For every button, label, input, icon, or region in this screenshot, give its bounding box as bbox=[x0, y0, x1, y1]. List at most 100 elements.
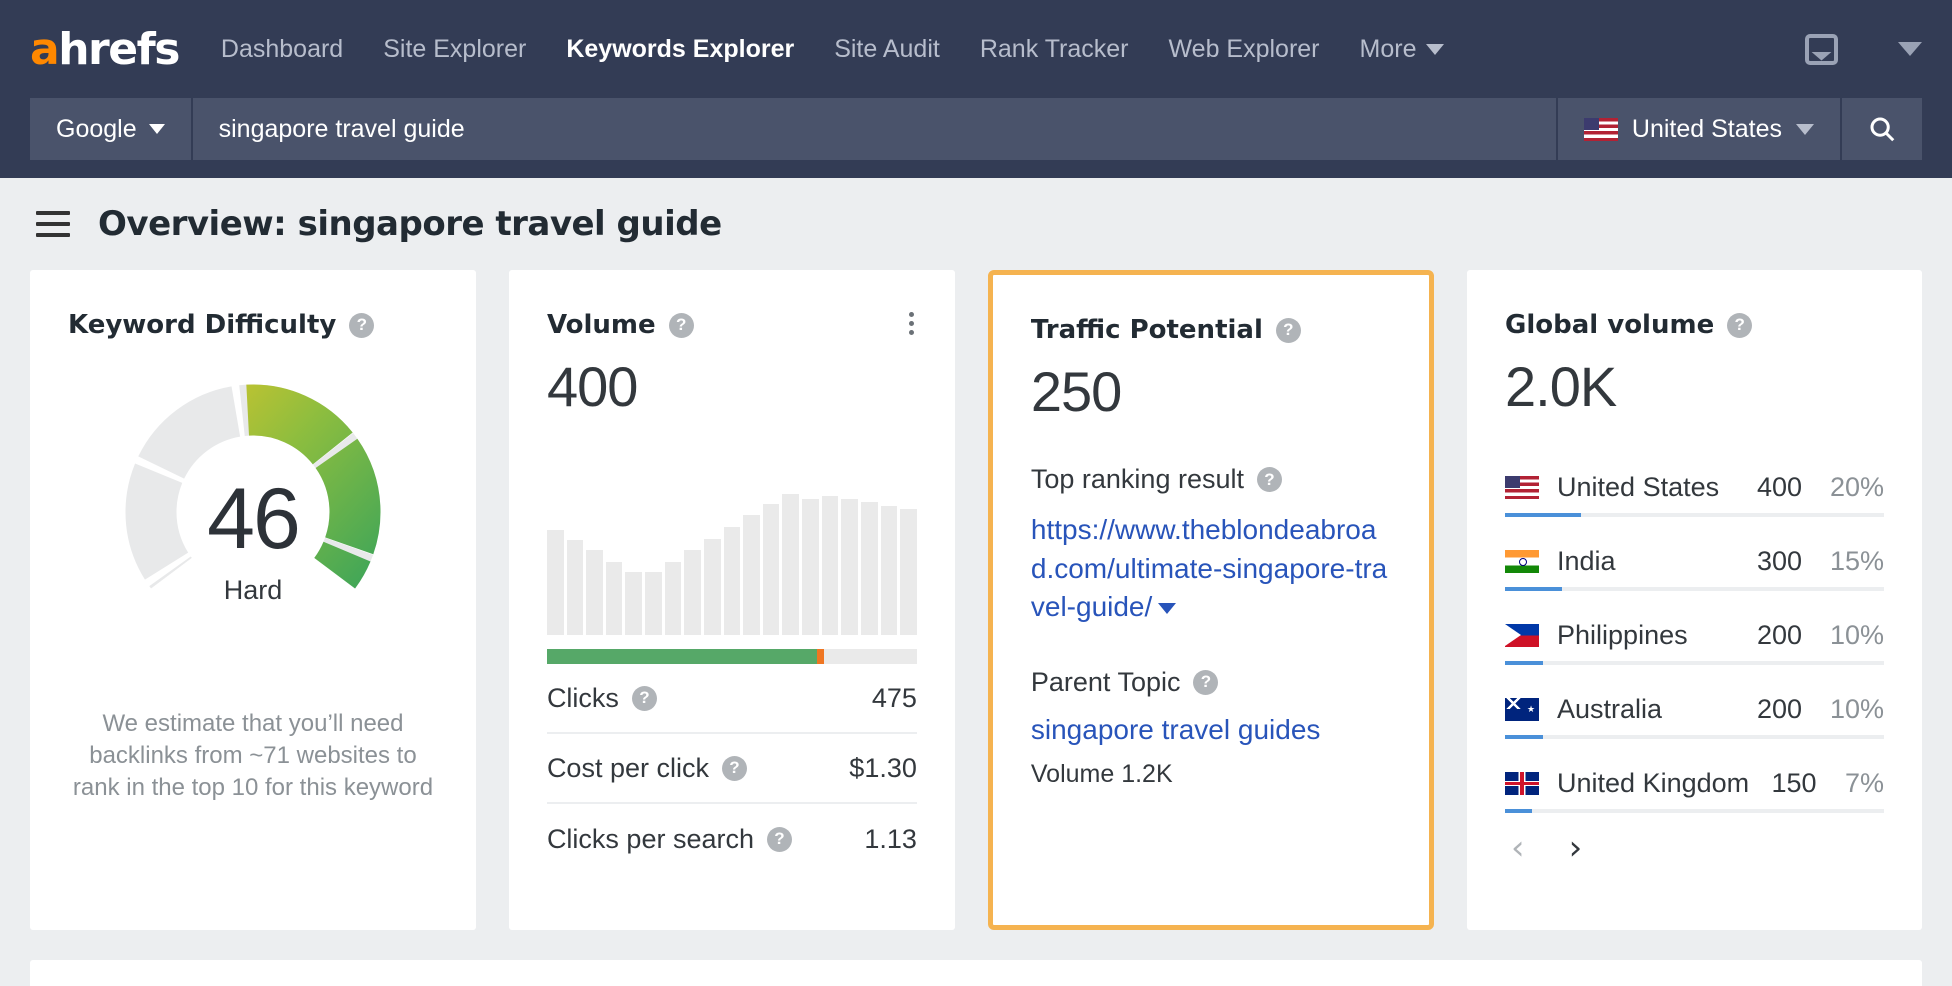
ahrefs-logo[interactable]: ahrefs bbox=[30, 24, 179, 75]
metric-row: Clicks per search ? 1.13 bbox=[547, 804, 917, 874]
country-percent: 10% bbox=[1802, 620, 1884, 651]
global-volume-title-label: Global volume bbox=[1505, 310, 1714, 340]
chevron-down-icon[interactable] bbox=[1158, 603, 1176, 614]
help-icon[interactable]: ? bbox=[669, 313, 694, 338]
country-row[interactable]: India30015% bbox=[1505, 535, 1884, 591]
top-ranking-result-label: Top ranking result bbox=[1031, 464, 1244, 495]
nav-item-rank-tracker[interactable]: Rank Tracker bbox=[980, 35, 1129, 64]
search-engine-select[interactable]: Google bbox=[30, 98, 193, 160]
country-name: Australia bbox=[1557, 694, 1720, 725]
country-row[interactable]: Australia20010% bbox=[1505, 683, 1884, 739]
global-volume-value: 2.0K bbox=[1505, 354, 1884, 419]
country-name: Philippines bbox=[1557, 620, 1720, 651]
nav-item-more-label: More bbox=[1360, 35, 1417, 64]
cpc-label-group: Cost per click ? bbox=[547, 753, 747, 784]
keyword-difficulty-value: 46 bbox=[103, 470, 403, 569]
volume-bar bbox=[724, 527, 741, 635]
nav-item-more[interactable]: More bbox=[1360, 35, 1445, 64]
clicks-organic-segment bbox=[547, 649, 817, 664]
search-input[interactable] bbox=[193, 98, 1556, 160]
help-icon[interactable]: ? bbox=[1257, 467, 1282, 492]
logo-rest: hrefs bbox=[58, 24, 179, 75]
country-row-content: India30015% bbox=[1505, 535, 1884, 587]
country-share-track bbox=[1505, 587, 1884, 591]
country-share-track bbox=[1505, 735, 1884, 739]
nav-item-site-audit[interactable]: Site Audit bbox=[834, 35, 940, 64]
volume-sparkline-chart bbox=[547, 469, 917, 635]
volume-bar bbox=[822, 496, 839, 635]
volume-bar bbox=[586, 550, 603, 635]
nav-row: ahrefs Dashboard Site Explorer Keywords … bbox=[30, 0, 1922, 98]
help-icon[interactable]: ? bbox=[722, 756, 747, 781]
volume-title-label: Volume bbox=[547, 310, 656, 340]
top-ranking-result-label-group: Top ranking result ? bbox=[1031, 464, 1391, 495]
country-volume: 200 bbox=[1720, 694, 1802, 725]
help-icon[interactable]: ? bbox=[1193, 670, 1218, 695]
volume-bar bbox=[763, 504, 780, 635]
volume-card: Volume ? 400 Clicks ? 475 bbox=[509, 270, 955, 930]
volume-bar bbox=[684, 550, 701, 635]
bottom-panel-strip bbox=[30, 960, 1922, 986]
top-ranking-result-link[interactable]: https://www.theblondeabroad.com/ultimate… bbox=[1031, 511, 1391, 627]
inbox-icon[interactable] bbox=[1805, 34, 1838, 65]
parent-topic-label: Parent Topic bbox=[1031, 667, 1181, 698]
account-chevron-down-icon[interactable] bbox=[1898, 42, 1922, 56]
nav-item-dashboard[interactable]: Dashboard bbox=[221, 35, 343, 64]
nav-item-web-explorer[interactable]: Web Explorer bbox=[1169, 35, 1320, 64]
volume-bar bbox=[665, 562, 682, 635]
search-engine-label: Google bbox=[56, 115, 137, 144]
top-ranking-result-url: https://www.theblondeabroad.com/ultimate… bbox=[1031, 514, 1387, 622]
country-row-content: United States40020% bbox=[1505, 461, 1884, 513]
traffic-potential-value: 250 bbox=[1031, 359, 1391, 424]
help-icon[interactable]: ? bbox=[1276, 318, 1301, 343]
page-body: Overview: singapore travel guide Keyword… bbox=[0, 178, 1952, 986]
country-row-content: United Kingdom1507% bbox=[1505, 757, 1884, 809]
help-icon[interactable]: ? bbox=[767, 827, 792, 852]
traffic-potential-card: Traffic Potential ? 250 Top ranking resu… bbox=[988, 270, 1434, 930]
volume-bar bbox=[900, 509, 917, 635]
clicks-distribution-bar bbox=[547, 649, 917, 664]
search-button[interactable] bbox=[1840, 98, 1922, 160]
help-icon[interactable]: ? bbox=[632, 686, 657, 711]
volume-bar bbox=[782, 494, 799, 635]
chevron-right-icon[interactable]: › bbox=[1569, 831, 1583, 865]
country-name: United States bbox=[1557, 472, 1720, 503]
volume-bar bbox=[802, 499, 819, 635]
help-icon[interactable]: ? bbox=[1727, 313, 1752, 338]
parent-topic-label-group: Parent Topic ? bbox=[1031, 667, 1391, 698]
more-vertical-icon[interactable] bbox=[899, 310, 925, 336]
clicks-paid-segment bbox=[817, 649, 824, 664]
volume-value: 400 bbox=[547, 354, 917, 419]
country-share-track bbox=[1505, 513, 1884, 517]
country-volume: 300 bbox=[1720, 546, 1802, 577]
global-volume-card: Global volume ? 2.0K United States40020%… bbox=[1467, 270, 1922, 930]
top-navigation-bar: ahrefs Dashboard Site Explorer Keywords … bbox=[0, 0, 1952, 178]
chevron-down-icon bbox=[1796, 124, 1814, 135]
traffic-potential-title: Traffic Potential ? bbox=[1031, 315, 1391, 345]
country-share-fill bbox=[1505, 809, 1532, 813]
help-icon[interactable]: ? bbox=[349, 313, 374, 338]
metric-row: Cost per click ? $1.30 bbox=[547, 734, 917, 804]
country-row[interactable]: United States40020% bbox=[1505, 461, 1884, 517]
country-select[interactable]: United States bbox=[1556, 98, 1840, 160]
hamburger-icon[interactable] bbox=[36, 204, 70, 244]
country-volume: 200 bbox=[1720, 620, 1802, 651]
country-row[interactable]: Philippines20010% bbox=[1505, 609, 1884, 665]
volume-bar bbox=[645, 572, 662, 635]
chevron-left-icon[interactable]: ‹ bbox=[1511, 831, 1525, 865]
country-name: United Kingdom bbox=[1557, 768, 1749, 799]
nav-item-site-explorer[interactable]: Site Explorer bbox=[383, 35, 526, 64]
country-percent: 15% bbox=[1802, 546, 1884, 577]
country-row[interactable]: United Kingdom1507% bbox=[1505, 757, 1884, 813]
clicks-per-search-value: 1.13 bbox=[864, 824, 917, 855]
country-name: India bbox=[1557, 546, 1720, 577]
nav-item-keywords-explorer[interactable]: Keywords Explorer bbox=[566, 35, 794, 64]
volume-bar bbox=[841, 499, 858, 635]
flag-us-icon bbox=[1584, 118, 1618, 141]
parent-topic-link[interactable]: singapore travel guides bbox=[1031, 714, 1391, 746]
global-volume-title: Global volume ? bbox=[1505, 310, 1884, 340]
volume-title: Volume ? bbox=[547, 310, 917, 340]
flag-au-icon bbox=[1505, 698, 1539, 721]
country-volume: 150 bbox=[1749, 768, 1816, 799]
chevron-down-icon bbox=[1426, 44, 1444, 55]
